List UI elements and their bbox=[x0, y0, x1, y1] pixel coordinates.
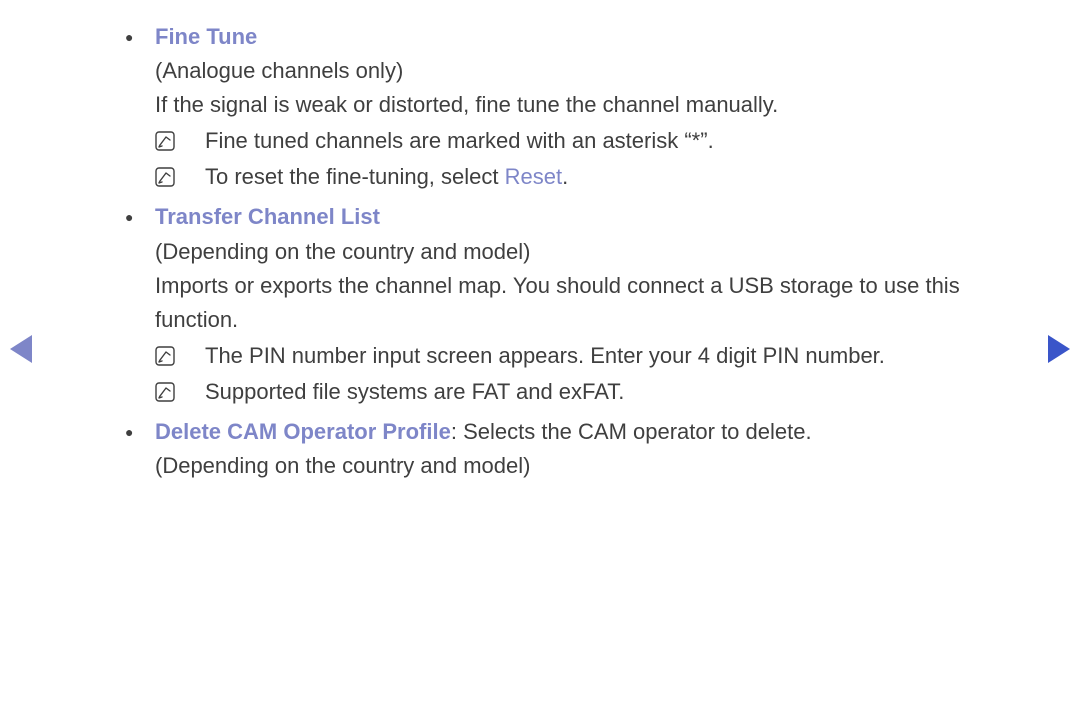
note-item: Fine tuned channels are marked with an a… bbox=[155, 124, 1005, 158]
nav-prev-icon[interactable] bbox=[10, 335, 32, 363]
note-text: Fine tuned channels are marked with an a… bbox=[205, 128, 714, 153]
section-subtitle: (Depending on the country and model) bbox=[155, 235, 1005, 269]
section-subtitle: (Analogue channels only) bbox=[155, 54, 1005, 88]
section-inline-body: : Selects the CAM operator to delete. bbox=[451, 419, 812, 444]
note-icon bbox=[155, 346, 175, 366]
note-prefix: To reset the fine-tuning, select bbox=[205, 164, 505, 189]
nav-next-icon[interactable] bbox=[1048, 335, 1070, 363]
section-delete-cam-operator-profile: Delete CAM Operator Profile: Selects the… bbox=[125, 415, 1005, 483]
note-item: Supported file systems are FAT and exFAT… bbox=[155, 375, 1005, 409]
note-item: To reset the fine-tuning, select Reset. bbox=[155, 160, 1005, 194]
section-fine-tune: Fine Tune (Analogue channels only) If th… bbox=[125, 20, 1005, 194]
note-icon bbox=[155, 167, 175, 187]
section-transfer-channel-list: Transfer Channel List (Depending on the … bbox=[125, 200, 1005, 409]
note-suffix: . bbox=[562, 164, 568, 189]
section-body: Imports or exports the channel map. You … bbox=[155, 269, 1005, 337]
note-highlight: Reset bbox=[505, 164, 562, 189]
section-title: Transfer Channel List bbox=[155, 204, 380, 229]
section-body: If the signal is weak or distorted, fine… bbox=[155, 88, 1005, 122]
page-content: Fine Tune (Analogue channels only) If th… bbox=[125, 20, 1005, 489]
section-title: Fine Tune bbox=[155, 24, 257, 49]
note-text: Supported file systems are FAT and exFAT… bbox=[205, 379, 624, 404]
note-item: The PIN number input screen appears. Ent… bbox=[155, 339, 1005, 373]
note-icon bbox=[155, 131, 175, 151]
section-title: Delete CAM Operator Profile bbox=[155, 419, 451, 444]
note-text: The PIN number input screen appears. Ent… bbox=[205, 343, 885, 368]
section-subtitle: (Depending on the country and model) bbox=[155, 449, 1005, 483]
note-icon bbox=[155, 382, 175, 402]
